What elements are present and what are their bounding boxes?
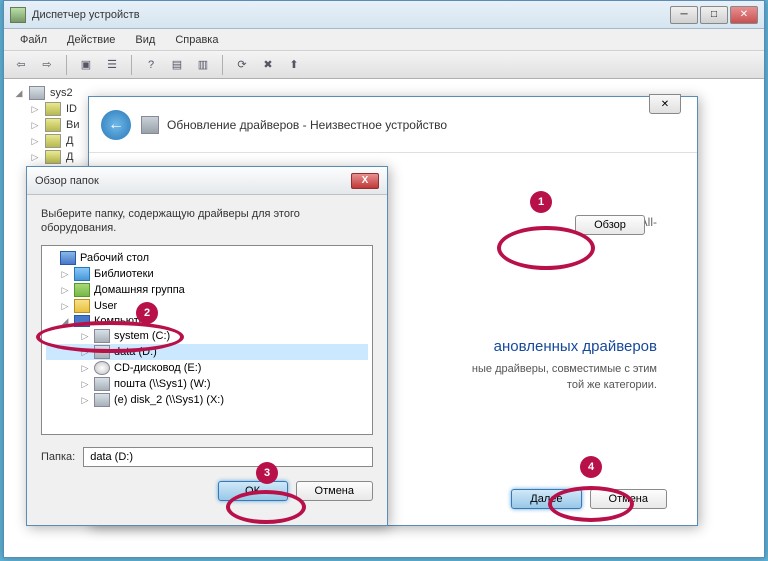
menu-view[interactable]: Вид (125, 32, 165, 48)
tree-cd[interactable]: CD-дисковод (E:) (114, 362, 201, 374)
minimize-button[interactable]: ─ (670, 6, 698, 24)
drive-icon (94, 345, 110, 359)
folder-input[interactable] (83, 447, 373, 467)
update-icon[interactable]: ⬆ (283, 54, 305, 76)
tree-libraries[interactable]: Библиотеки (94, 268, 154, 280)
device-icon (45, 102, 61, 116)
tree-user[interactable]: User (94, 300, 117, 312)
tree-disk2[interactable]: (е) disk_2 (\\Sys1) (X:) (114, 394, 224, 406)
browse-button[interactable]: Обзор (575, 215, 645, 235)
toolbar: ⇦ ⇨ ▣ ☰ ? ▤ ▥ ⟳ ✖ ⬆ (4, 51, 764, 79)
next-button[interactable]: Далее (511, 489, 581, 509)
tree-item[interactable]: Ви (66, 119, 79, 131)
homegroup-icon (74, 283, 90, 297)
section-title: ановленных драйверов (494, 338, 657, 355)
folder-cancel-button[interactable]: Отмена (296, 481, 373, 501)
app-icon (10, 7, 26, 23)
scan-icon[interactable]: ⟳ (231, 54, 253, 76)
tree-homegroup[interactable]: Домашняя группа (94, 284, 185, 296)
tree-root[interactable]: sys2 (50, 87, 73, 99)
remove-icon[interactable]: ✖ (257, 54, 279, 76)
menubar: Файл Действие Вид Справка (4, 29, 764, 51)
user-icon (74, 299, 90, 313)
library-icon (74, 267, 90, 281)
update-footer: Далее Отмена (511, 489, 667, 509)
window-buttons: ─ □ ✕ (670, 6, 758, 24)
tree-mail[interactable]: пошта (\\Sys1) (W:) (114, 378, 211, 390)
desktop-icon (60, 251, 76, 265)
main-titlebar: Диспетчер устройств ─ □ ✕ (4, 1, 764, 29)
network-drive-icon (94, 393, 110, 407)
tree-data[interactable]: data (D:) (114, 346, 157, 358)
forward-icon[interactable]: ⇨ (36, 54, 58, 76)
tree-desktop[interactable]: Рабочий стол (80, 252, 149, 264)
help-icon[interactable]: ? (140, 54, 162, 76)
update-header: ← Обновление драйверов - Неизвестное уст… (89, 97, 697, 153)
maximize-button[interactable]: □ (700, 6, 728, 24)
browse-folder-dialog: Обзор папок X Выберите папку, содержащую… (26, 166, 388, 526)
device-icon (45, 118, 61, 132)
menu-file[interactable]: Файл (10, 32, 57, 48)
callout-2-badge: 2 (136, 302, 158, 324)
device-icon (45, 134, 61, 148)
folder-dialog-title: Обзор папок (35, 175, 351, 187)
cd-icon (94, 361, 110, 375)
folder-instruction: Выберите папку, содержащую драйверы для … (41, 207, 373, 235)
action1-icon[interactable]: ▤ (166, 54, 188, 76)
folder-label: Папка: (41, 451, 75, 463)
list-icon[interactable]: ☰ (101, 54, 123, 76)
device-icon (45, 150, 61, 164)
folder-body: Выберите папку, содержащую драйверы для … (27, 195, 387, 513)
ok-button[interactable]: ОК (218, 481, 288, 501)
update-close-button[interactable]: ✕ (649, 94, 681, 114)
folder-titlebar: Обзор папок X (27, 167, 387, 195)
computer-icon (29, 86, 45, 100)
tree-system[interactable]: system (C:) (114, 330, 170, 342)
back-button[interactable]: ← (101, 110, 131, 140)
network-drive-icon (94, 377, 110, 391)
show-icon[interactable]: ▣ (75, 54, 97, 76)
folder-path-row: Папка: (41, 447, 373, 467)
computer-icon (74, 315, 90, 327)
menu-action[interactable]: Действие (57, 32, 125, 48)
tree-item[interactable]: ID (66, 103, 77, 115)
callout-4-badge: 4 (580, 456, 602, 478)
close-button[interactable]: ✕ (730, 6, 758, 24)
folder-tree[interactable]: Рабочий стол ▷Библиотеки ▷Домашняя групп… (41, 245, 373, 435)
menu-help[interactable]: Справка (165, 32, 228, 48)
cancel-button[interactable]: Отмена (590, 489, 667, 509)
back-icon[interactable]: ⇦ (10, 54, 32, 76)
callout-3-badge: 3 (256, 462, 278, 484)
tree-item[interactable]: Д (66, 151, 73, 163)
tree-item[interactable]: Д (66, 135, 73, 147)
main-title: Диспетчер устройств (32, 9, 670, 21)
update-title: Обновление драйверов - Неизвестное устро… (167, 118, 447, 132)
folder-footer: ОК Отмена (41, 481, 373, 501)
folder-close-button[interactable]: X (351, 173, 379, 189)
callout-1-badge: 1 (530, 191, 552, 213)
drive-icon (94, 329, 110, 343)
action2-icon[interactable]: ▥ (192, 54, 214, 76)
section-text: ные драйверы, совместимые с этим той же … (472, 361, 657, 393)
driver-icon (141, 116, 159, 134)
